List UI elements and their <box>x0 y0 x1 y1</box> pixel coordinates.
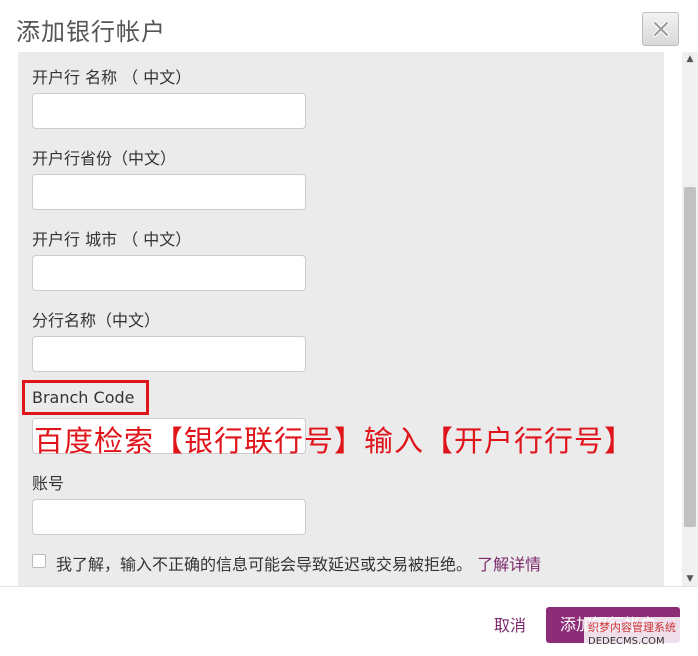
dialog-header: 添加银行帐户 <box>0 0 698 52</box>
watermark-line2: DEDECMS.COM <box>588 636 665 647</box>
bank-name-label: 开户行 名称 （ 中文） <box>32 68 192 87</box>
scrollbar[interactable]: ▲ ▼ <box>682 52 698 586</box>
add-bank-account-dialog: 添加银行帐户 ▲ ▼ 开户行 名称 （ 中文） 开户行省份（中文） 开户行 城市… <box>0 0 698 656</box>
branch-name-input[interactable] <box>32 336 306 372</box>
account-number-label: 账号 <box>32 474 65 493</box>
watermark-line1: 织梦内容管理系统 <box>588 621 676 634</box>
branch-name-label: 分行名称（中文） <box>32 311 161 330</box>
cancel-button[interactable]: 取消 <box>494 612 526 636</box>
close-button[interactable] <box>642 12 679 46</box>
bank-province-label: 开户行省份（中文） <box>32 149 177 168</box>
watermark: 织梦内容管理系统 DEDECMS.COM <box>584 617 698 653</box>
bank-province-input[interactable] <box>32 174 306 210</box>
branch-code-highlight-box <box>22 380 149 415</box>
scroll-up-arrow-icon[interactable]: ▲ <box>682 52 698 66</box>
annotation-text: 百度检索【银行联行号】输入【开户行行号】 <box>34 424 635 458</box>
dialog-title: 添加银行帐户 <box>16 18 166 46</box>
agree-statement: 我了解，输入不正确的信息可能会导致延迟或交易被拒绝。 了解详情 <box>56 551 541 575</box>
account-number-input[interactable] <box>32 499 306 535</box>
bank-name-input[interactable] <box>32 93 306 129</box>
close-x-icon <box>652 21 669 37</box>
agree-checkbox[interactable] <box>32 554 46 568</box>
scroll-down-arrow-icon[interactable]: ▼ <box>682 572 698 586</box>
bank-city-label: 开户行 城市 （ 中文） <box>32 230 192 249</box>
learn-more-link[interactable]: 了解详情 <box>477 555 541 574</box>
agree-text: 我了解，输入不正确的信息可能会导致延迟或交易被拒绝。 <box>56 555 473 574</box>
scroll-thumb[interactable] <box>684 187 696 527</box>
bank-city-input[interactable] <box>32 255 306 291</box>
